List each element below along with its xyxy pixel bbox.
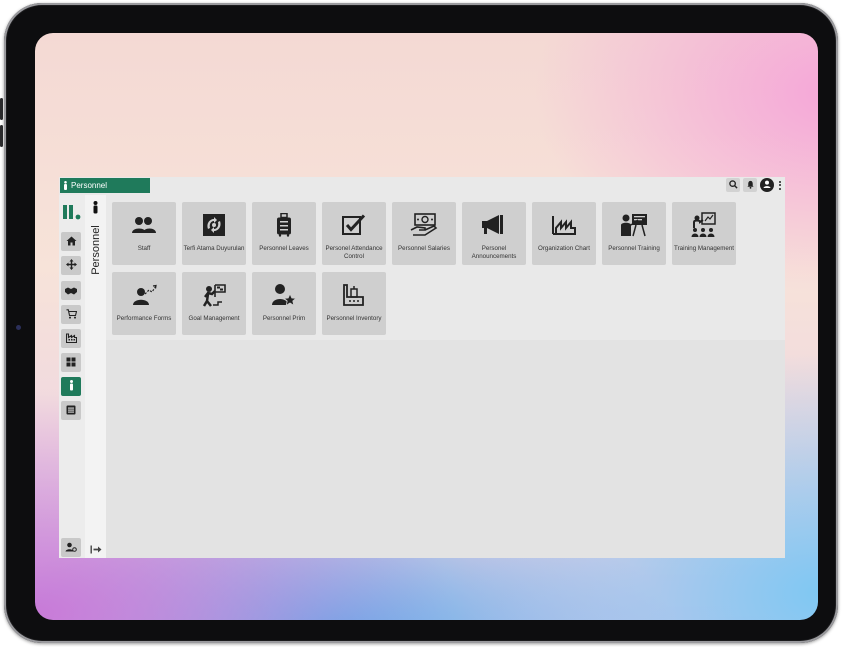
bell-icon	[746, 176, 755, 194]
nav-personnel[interactable]	[61, 377, 81, 396]
grid-icon	[66, 354, 76, 372]
tile-label: Personnel Training	[608, 245, 660, 252]
app-window: Personnel Personnel Staff Terfi Atama Du…	[59, 177, 785, 558]
tile-grid: Staff Terfi Atama Duyurulan Personnel Le…	[106, 195, 785, 340]
person-icon	[63, 181, 68, 190]
nav-shop[interactable]	[61, 305, 81, 324]
logout-button[interactable]	[90, 545, 102, 555]
user-icon	[762, 176, 772, 194]
checkbox-icon	[339, 213, 369, 237]
tile-label: Personnel Prim	[262, 315, 306, 322]
megaphone-icon	[479, 213, 509, 237]
tile-leaves[interactable]: Personnel Leaves	[252, 202, 316, 265]
app-title-tab[interactable]: Personnel	[60, 178, 150, 193]
tile-goals[interactable]: Goal Management	[182, 272, 246, 335]
money-hand-icon	[409, 213, 439, 237]
notifications-button[interactable]	[743, 178, 757, 192]
tile-attendance[interactable]: Personel Attendance Control	[322, 202, 386, 265]
people-icon	[129, 213, 159, 237]
main-content: Staff Terfi Atama Duyurulan Personnel Le…	[106, 195, 785, 558]
user-settings-icon	[65, 539, 77, 557]
tile-label: Training Management	[674, 245, 734, 252]
goal-flag-icon	[199, 283, 229, 307]
tile-label: Personnel Salaries	[398, 245, 450, 252]
factory-chart-icon	[549, 213, 579, 237]
top-bar: Personnel	[59, 177, 785, 195]
tile-label: Organization Chart	[538, 245, 590, 252]
tile-label: Terfi Atama Duyurulan	[183, 245, 245, 252]
tile-label: Personel Attendance Control	[325, 245, 383, 260]
tile-label: Personnel Inventory	[326, 315, 382, 322]
tile-label: Staff	[137, 245, 151, 252]
user-avatar[interactable]	[760, 178, 774, 192]
app-title: Personnel	[71, 181, 108, 190]
tile-label: Performance Forms	[116, 315, 172, 322]
presentation-icon	[619, 213, 649, 237]
top-icons	[726, 178, 783, 192]
performance-icon	[129, 283, 159, 307]
inventory-chair-icon	[339, 283, 369, 307]
tile-performance[interactable]: Performance Forms	[112, 272, 176, 335]
tile-promotion[interactable]: Terfi Atama Duyurulan	[182, 202, 246, 265]
user-star-icon	[269, 283, 299, 307]
tile-training-management[interactable]: Training Management	[672, 202, 736, 265]
nav-production[interactable]	[61, 329, 81, 348]
tile-label: Goal Management	[188, 315, 240, 322]
nav-home[interactable]	[61, 232, 81, 251]
nav-user-settings[interactable]	[61, 538, 81, 557]
tile-inventory[interactable]: Personnel Inventory	[322, 272, 386, 335]
left-nav	[59, 195, 85, 558]
tile-training[interactable]: Personnel Training	[602, 202, 666, 265]
camera	[16, 325, 21, 330]
nav-dashboard[interactable]	[61, 353, 81, 372]
tile-announcements[interactable]: Personel Announcements	[462, 202, 526, 265]
more-menu-button[interactable]	[777, 178, 783, 192]
volume-button	[0, 125, 3, 147]
cart-icon	[66, 306, 77, 324]
tile-org-chart[interactable]: Organization Chart	[532, 202, 596, 265]
promotion-icon	[199, 213, 229, 237]
section-label: Personnel	[90, 225, 102, 275]
training-board-icon	[689, 212, 719, 238]
list-icon	[66, 402, 76, 420]
logout-icon	[90, 541, 102, 559]
nav-deals[interactable]	[61, 281, 81, 300]
factory-icon	[65, 330, 77, 348]
tile-label: Personnel Leaves	[259, 245, 309, 252]
logo-icon	[62, 203, 82, 221]
tile-label: Personel Announcements	[471, 245, 517, 260]
search-icon	[728, 176, 738, 194]
volume-button	[0, 98, 3, 120]
nav-move[interactable]	[61, 256, 81, 275]
tile-staff[interactable]: Staff	[112, 202, 176, 265]
handshake-icon	[65, 282, 77, 300]
nav-lists[interactable]	[61, 401, 81, 420]
tile-salaries[interactable]: Personnel Salaries	[392, 202, 456, 265]
home-icon	[66, 233, 77, 251]
tile-prim[interactable]: Personnel Prim	[252, 272, 316, 335]
luggage-icon	[269, 213, 299, 237]
search-button[interactable]	[726, 178, 740, 192]
move-icon	[65, 257, 77, 275]
section-column: Personnel	[85, 195, 106, 558]
person-icon	[69, 378, 74, 396]
